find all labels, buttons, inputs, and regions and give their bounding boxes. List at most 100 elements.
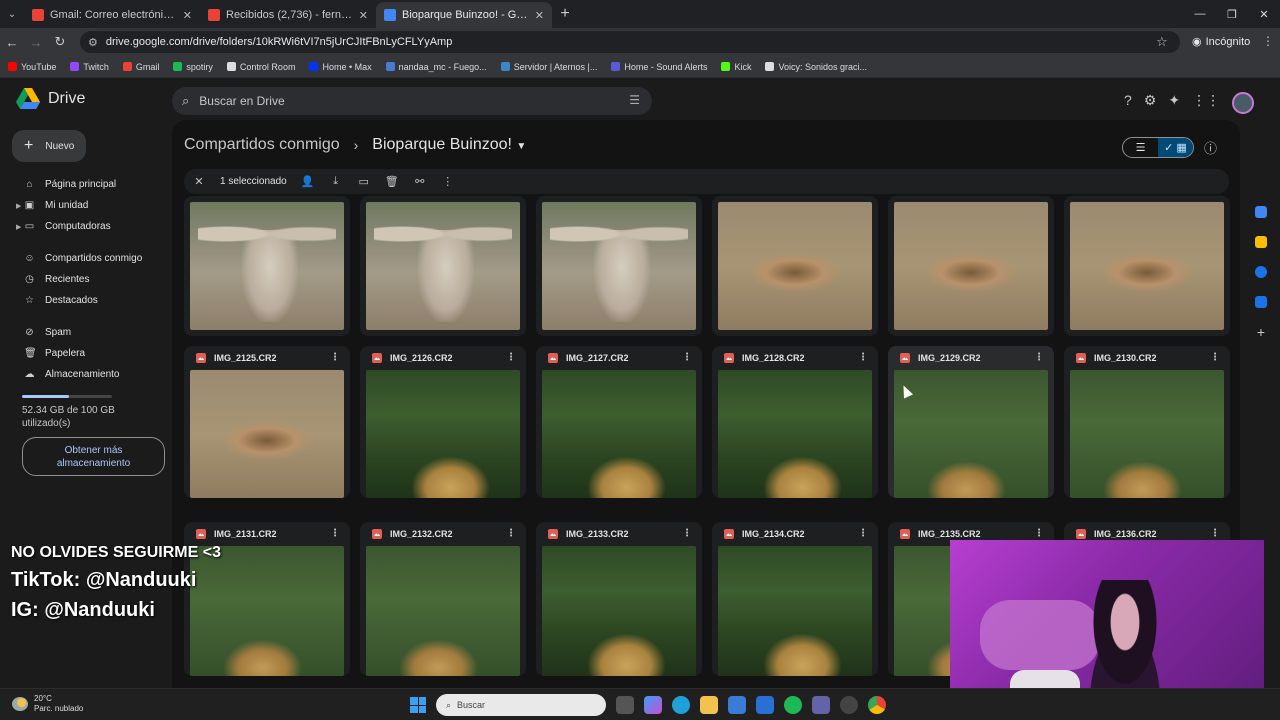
sidebar-item-recientes[interactable]: ◷ Recientes (0, 269, 170, 290)
avatar[interactable] (1232, 92, 1255, 114)
share-icon[interactable]: 👤 (301, 175, 315, 188)
grid-view-icon[interactable]: ✓ ▦ (1158, 138, 1193, 157)
sidebar-item-spam[interactable]: ⊘ Spam (0, 322, 170, 343)
file-card[interactable]: IMG_2125.CR2 ⋮ (184, 346, 350, 498)
help-icon[interactable]: ? (1124, 92, 1132, 114)
store-icon[interactable] (728, 696, 746, 714)
file-more-icon[interactable]: ⋮ (1034, 528, 1044, 539)
breadcrumb-current[interactable]: Bioparque Buinzoo! ▼ (372, 136, 526, 154)
bookmark-item[interactable]: nandaa_mc - Fuego... (385, 62, 487, 72)
file-thumbnail[interactable] (366, 202, 520, 330)
close-tab-icon[interactable]: ✕ (359, 9, 368, 22)
file-explorer-icon[interactable] (700, 696, 718, 714)
file-card[interactable]: IMG_2134.CR2 ⋮ (712, 522, 878, 676)
sidebar-item-almacenamiento[interactable]: ☁ Almacenamiento (0, 364, 170, 385)
browser-tab-1[interactable]: Recibidos (2,736) - fernandama✕ (200, 2, 376, 28)
browser-menu-icon[interactable]: ⋮ (1262, 34, 1274, 48)
site-info-icon[interactable]: ⚙ (88, 36, 98, 49)
chrome-icon[interactable] (868, 696, 886, 714)
file-thumbnail[interactable] (542, 202, 696, 330)
settings-gear-icon[interactable]: ⚙ (1144, 92, 1157, 114)
file-more-icon[interactable]: ⋮ (1210, 352, 1220, 363)
incognito-badge[interactable]: ◉ Incógnito (1192, 35, 1250, 49)
bookmark-star-icon[interactable]: ☆ (1156, 34, 1168, 50)
info-icon[interactable]: ⓘ (1204, 138, 1217, 157)
breadcrumb-root[interactable]: Compartidos conmigo (184, 136, 340, 154)
file-thumbnail[interactable] (542, 370, 696, 498)
edge-icon[interactable] (672, 696, 690, 714)
tab-search-icon[interactable]: ⌄ (0, 0, 24, 28)
search-filter-icon[interactable]: ☰ (629, 93, 640, 107)
contacts-icon[interactable] (1255, 296, 1267, 308)
bookmark-item[interactable]: Voicy: Sonidos graci... (765, 62, 867, 72)
forward-icon[interactable]: → (24, 35, 48, 50)
bookmark-item[interactable]: Servidor | Aternos |... (500, 62, 597, 72)
sidebar-item-mi-unidad[interactable]: ▶ ▣ Mi unidad (0, 195, 170, 216)
drive-search-input[interactable]: ⌕ Buscar en Drive ☰ (172, 87, 652, 115)
list-view-icon[interactable]: ☰ (1123, 138, 1158, 157)
download-icon[interactable]: ⤓ (329, 175, 343, 188)
url-field[interactable]: ⚙ drive.google.com/drive/folders/10kRWi6… (80, 31, 1180, 53)
file-thumbnail[interactable] (190, 370, 344, 498)
bookmark-item[interactable]: YouTube (8, 62, 56, 72)
new-tab-button[interactable]: + (552, 5, 578, 23)
browser-tab-2[interactable]: Bioparque Buinzoo! - Google D✕ (376, 2, 552, 28)
apps-grid-icon[interactable]: ⋮⋮ (1192, 92, 1220, 114)
bookmark-item[interactable]: spotiry (173, 62, 213, 72)
spotify-icon[interactable] (784, 696, 802, 714)
task-view-icon[interactable] (616, 696, 634, 714)
calendar-icon[interactable] (1255, 206, 1267, 218)
file-card[interactable]: IMG_2128.CR2 ⋮ (712, 346, 878, 498)
bookmark-item[interactable]: Kick (721, 62, 751, 72)
file-thumbnail[interactable] (718, 546, 872, 676)
new-button[interactable]: + Nuevo (12, 130, 86, 162)
move-icon[interactable]: ▭ (357, 175, 371, 188)
mail-icon[interactable] (756, 696, 774, 714)
clear-selection-icon[interactable]: ✕ (192, 175, 206, 188)
sidebar-item-página-principal[interactable]: ⌂ Página principal (0, 174, 170, 195)
file-more-icon[interactable]: ⋮ (330, 528, 340, 539)
bookmark-item[interactable]: Twitch (70, 62, 109, 72)
bookmark-item[interactable]: Home • Max (309, 62, 372, 72)
close-tab-icon[interactable]: ✕ (535, 9, 544, 22)
file-more-icon[interactable]: ⋮ (858, 528, 868, 539)
weather-widget[interactable]: 20°C Parc. nublado (12, 694, 83, 714)
teams-icon[interactable] (812, 696, 830, 714)
file-thumbnail[interactable] (894, 370, 1048, 498)
sidebar-item-papelera[interactable]: 🗑 Papelera (0, 343, 170, 364)
file-thumbnail[interactable] (718, 202, 872, 330)
bookmark-item[interactable]: Gmail (122, 62, 159, 72)
expand-caret-icon[interactable]: ▶ (16, 223, 21, 231)
file-thumbnail[interactable] (366, 546, 520, 676)
file-thumbnail[interactable] (718, 370, 872, 498)
file-more-icon[interactable]: ⋮ (506, 352, 516, 363)
get-more-storage-button[interactable]: Obtener más almacenamiento (22, 437, 165, 476)
add-addon-icon[interactable]: + (1255, 325, 1267, 339)
file-card[interactable]: IMG_2130.CR2 ⋮ (1064, 346, 1230, 498)
file-thumbnail[interactable] (190, 202, 344, 330)
sidebar-item-compartidos-conmigo[interactable]: ☺ Compartidos conmigo (0, 248, 170, 269)
tasks-icon[interactable] (1255, 266, 1267, 278)
minimize-icon[interactable]: — (1184, 0, 1216, 28)
close-tab-icon[interactable]: ✕ (183, 9, 192, 22)
file-more-icon[interactable]: ⋮ (330, 352, 340, 363)
drive-logo[interactable]: Drive (16, 88, 85, 110)
file-card[interactable] (712, 196, 878, 336)
file-card[interactable]: IMG_2132.CR2 ⋮ (360, 522, 526, 676)
copilot-icon[interactable] (644, 696, 662, 714)
close-window-icon[interactable]: ✕ (1248, 0, 1280, 28)
file-thumbnail[interactable] (190, 546, 344, 676)
file-more-icon[interactable]: ⋮ (506, 528, 516, 539)
file-card[interactable] (536, 196, 702, 336)
obs-icon[interactable] (840, 696, 858, 714)
file-card[interactable] (1064, 196, 1230, 336)
more-actions-icon[interactable]: ⋮ (441, 175, 455, 188)
file-more-icon[interactable]: ⋮ (682, 528, 692, 539)
file-card[interactable]: IMG_2127.CR2 ⋮ (536, 346, 702, 498)
file-card[interactable]: IMG_2129.CR2 ⋮ (888, 346, 1054, 498)
file-thumbnail[interactable] (894, 202, 1048, 330)
bookmark-item[interactable]: Control Room (226, 62, 295, 72)
file-card[interactable]: IMG_2133.CR2 ⋮ (536, 522, 702, 676)
windows-start-icon[interactable] (410, 697, 426, 713)
keep-icon[interactable] (1255, 236, 1267, 248)
